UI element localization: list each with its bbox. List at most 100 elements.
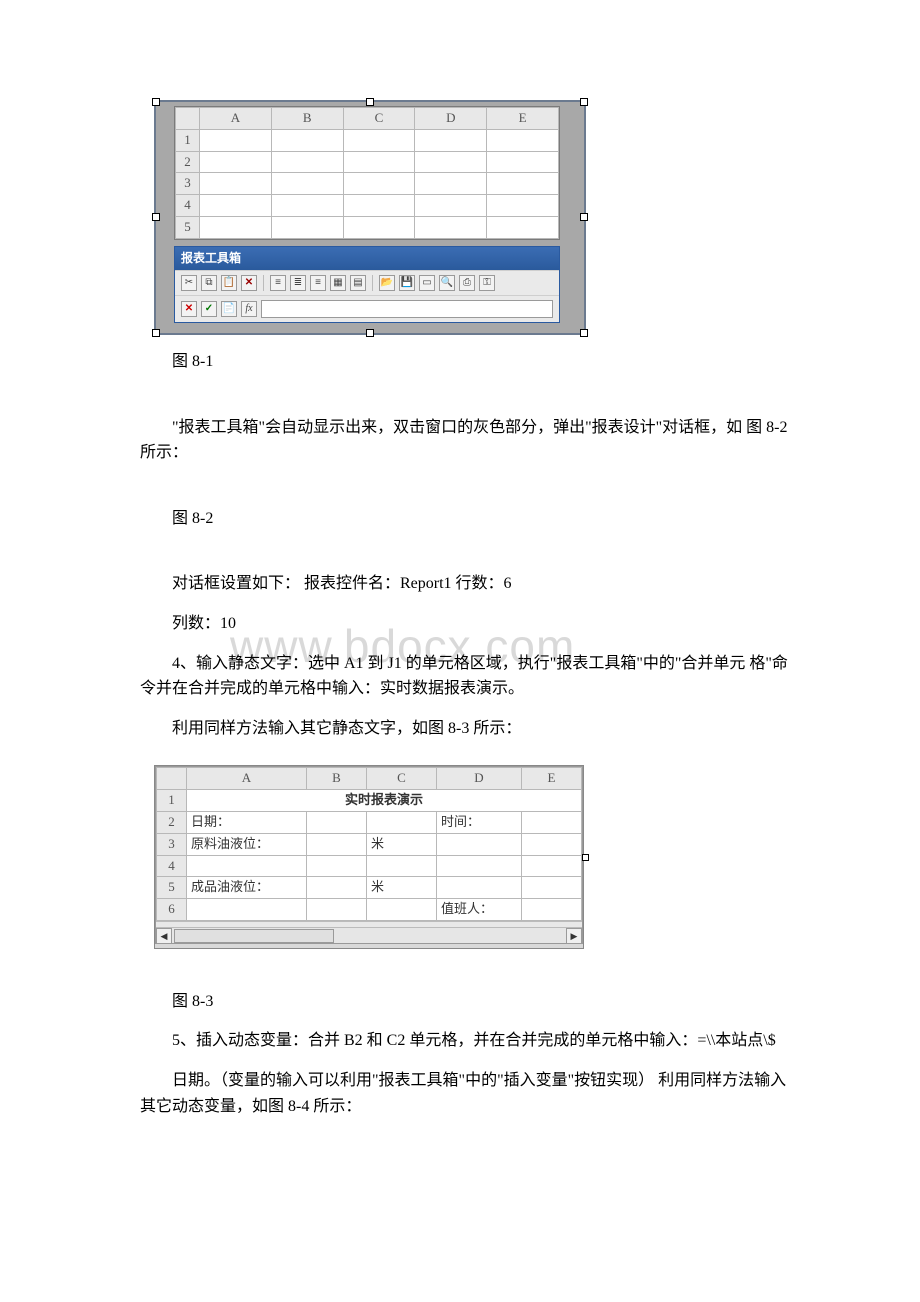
col-header[interactable]: B (271, 108, 343, 130)
merge-icon[interactable]: ▦ (330, 275, 346, 291)
cell[interactable] (307, 899, 367, 921)
row-header[interactable]: 6 (157, 899, 187, 921)
cell[interactable] (415, 151, 487, 173)
scroll-thumb[interactable] (174, 929, 334, 943)
scroll-right-icon[interactable]: ▶ (566, 928, 582, 944)
cell[interactable] (522, 855, 582, 877)
resize-handle[interactable] (580, 329, 588, 337)
cut-icon[interactable]: ✂ (181, 275, 197, 291)
row-header[interactable]: 1 (157, 790, 187, 812)
col-header[interactable]: C (343, 108, 415, 130)
wizard-icon[interactable]: ▭ (419, 275, 435, 291)
col-header[interactable]: A (187, 768, 307, 790)
cell[interactable]: 时间： (437, 811, 522, 833)
cell[interactable] (271, 216, 343, 238)
cell[interactable] (343, 216, 415, 238)
cell[interactable] (522, 877, 582, 899)
cell[interactable] (522, 833, 582, 855)
cell[interactable] (343, 129, 415, 151)
cell[interactable] (271, 129, 343, 151)
cell[interactable] (437, 877, 522, 899)
cell[interactable] (187, 899, 307, 921)
cell[interactable]: 日期： (187, 811, 307, 833)
cell[interactable]: 米 (367, 833, 437, 855)
col-header[interactable]: A (200, 108, 272, 130)
row-header[interactable]: 2 (176, 151, 200, 173)
report-toolbox[interactable]: 报表工具箱 ✂ ⧉ 📋 ✕ ≡ ≣ ≡ ▦ ▤ 📂 💾 ▭ 🔍 (174, 246, 560, 323)
col-header[interactable]: D (415, 108, 487, 130)
cell[interactable] (307, 855, 367, 877)
cell[interactable] (415, 173, 487, 195)
paste-icon[interactable]: 📋 (221, 275, 237, 291)
cell[interactable] (415, 216, 487, 238)
cell[interactable] (343, 173, 415, 195)
align-center-icon[interactable]: ≣ (290, 275, 306, 291)
cell[interactable] (367, 811, 437, 833)
cell[interactable] (437, 833, 522, 855)
copy-icon[interactable]: ⧉ (201, 275, 217, 291)
resize-handle[interactable] (580, 98, 588, 106)
cell[interactable] (200, 129, 272, 151)
cell[interactable] (200, 151, 272, 173)
cell[interactable] (343, 195, 415, 217)
formula-input[interactable] (261, 300, 553, 318)
cell[interactable] (487, 195, 559, 217)
cell[interactable]: 米 (367, 877, 437, 899)
col-header[interactable]: C (367, 768, 437, 790)
save-icon[interactable]: 💾 (399, 275, 415, 291)
cell[interactable] (487, 151, 559, 173)
resize-handle[interactable] (580, 213, 588, 221)
row-header[interactable]: 2 (157, 811, 187, 833)
row-header[interactable]: 3 (176, 173, 200, 195)
grid-corner[interactable] (176, 108, 200, 130)
var-icon[interactable]: 📄 (221, 301, 237, 317)
resize-handle[interactable] (152, 213, 160, 221)
cell[interactable] (271, 173, 343, 195)
row-header[interactable]: 4 (157, 855, 187, 877)
toolbox-title[interactable]: 报表工具箱 (175, 247, 559, 270)
cell[interactable] (307, 833, 367, 855)
preview-icon[interactable]: 🔍 (439, 275, 455, 291)
col-header[interactable]: D (437, 768, 522, 790)
grid-icon[interactable]: ▤ (350, 275, 366, 291)
cell[interactable]: 原料油液位： (187, 833, 307, 855)
col-header[interactable]: E (522, 768, 582, 790)
cell[interactable] (271, 151, 343, 173)
row-header[interactable]: 4 (176, 195, 200, 217)
resize-handle[interactable] (152, 98, 160, 106)
cell[interactable]: 成品油液位： (187, 877, 307, 899)
cell[interactable] (367, 899, 437, 921)
resize-handle[interactable] (366, 98, 374, 106)
cell[interactable] (200, 195, 272, 217)
resize-handle[interactable] (152, 329, 160, 337)
cell[interactable] (187, 855, 307, 877)
cell[interactable] (487, 129, 559, 151)
spreadsheet-grid[interactable]: A B C D E 1 2 3 4 5 (174, 106, 560, 240)
cell[interactable] (437, 855, 522, 877)
grid-corner[interactable] (157, 768, 187, 790)
cell[interactable] (522, 899, 582, 921)
cell[interactable] (415, 195, 487, 217)
scroll-left-icon[interactable]: ◀ (156, 928, 172, 944)
cell[interactable] (367, 855, 437, 877)
cell[interactable] (415, 129, 487, 151)
cell[interactable] (307, 811, 367, 833)
cell[interactable] (200, 173, 272, 195)
cell[interactable] (271, 195, 343, 217)
cell[interactable] (307, 877, 367, 899)
cell[interactable] (487, 216, 559, 238)
resize-handle[interactable] (582, 854, 589, 861)
col-header[interactable]: E (487, 108, 559, 130)
row-header[interactable]: 1 (176, 129, 200, 151)
fx-icon[interactable]: fx (241, 301, 257, 317)
print-icon[interactable]: ⎙ (459, 275, 475, 291)
cell[interactable] (200, 216, 272, 238)
row-header[interactable]: 5 (176, 216, 200, 238)
cell[interactable] (522, 811, 582, 833)
col-header[interactable]: B (307, 768, 367, 790)
resize-handle[interactable] (366, 329, 374, 337)
align-right-icon[interactable]: ≡ (310, 275, 326, 291)
cell[interactable]: 值班人： (437, 899, 522, 921)
align-left-icon[interactable]: ≡ (270, 275, 286, 291)
open-icon[interactable]: 📂 (379, 275, 395, 291)
